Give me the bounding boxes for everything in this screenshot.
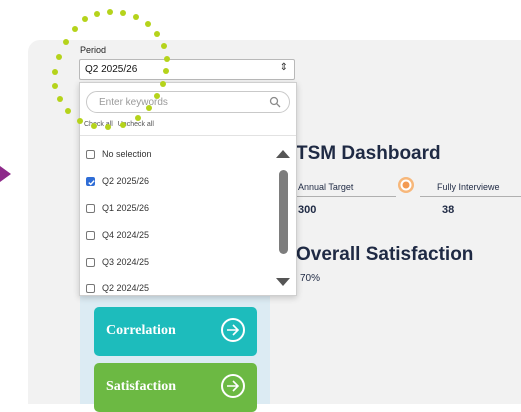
arrow-right-circle-icon	[221, 374, 245, 398]
option-label: Q3 2024/25	[102, 257, 150, 267]
option-label: Q2 2025/26	[102, 176, 150, 186]
checkbox[interactable]	[86, 204, 95, 213]
overall-satisfaction-title: Overall Satisfaction	[296, 244, 474, 265]
search-placeholder: Enter keywords	[99, 97, 168, 108]
checkbox[interactable]	[86, 284, 95, 293]
kpi-divider	[296, 196, 396, 197]
period-selected-value: Q2 2025/26	[85, 64, 138, 75]
satisfaction-button[interactable]: Satisfaction	[94, 363, 257, 412]
option-label: No selection	[102, 149, 152, 159]
option-label: Q2 2024/25	[102, 283, 150, 293]
checkbox[interactable]	[86, 258, 95, 267]
kpi-annual-target-value: 300	[298, 204, 317, 216]
option-label: Q4 2024/25	[102, 230, 150, 240]
search-input[interactable]: Enter keywords	[86, 91, 290, 113]
kpi-divider	[420, 196, 521, 197]
scroll-down-arrow-icon[interactable]	[276, 278, 290, 286]
kpi-fully-interviewed-value: 38	[442, 204, 455, 216]
period-dropdown: Enter keywords Check all Uncheck all No …	[79, 82, 297, 296]
check-all-link[interactable]: Check all	[84, 121, 113, 128]
checkmark-icon	[88, 180, 95, 186]
arrow-right-circle-icon	[221, 318, 245, 342]
updown-chevron-icon: ⇕	[279, 62, 288, 73]
checkbox[interactable]	[86, 231, 95, 240]
target-icon	[398, 177, 414, 193]
search-icon	[269, 96, 281, 108]
period-select[interactable]: Q2 2025/26 ⇕	[79, 59, 295, 80]
correlation-button[interactable]: Correlation	[94, 307, 257, 356]
checkbox[interactable]	[86, 150, 95, 159]
divider	[80, 135, 296, 136]
pointer-arrow-icon	[0, 166, 11, 182]
satisfaction-percent: 70%	[300, 273, 321, 284]
uncheck-all-link[interactable]: Uncheck all	[118, 121, 154, 128]
scroll-up-arrow-icon[interactable]	[276, 150, 290, 158]
option-label: Q1 2025/26	[102, 203, 150, 213]
kpi-annual-target-label: Annual Target	[298, 182, 354, 192]
checkbox-checked[interactable]	[86, 177, 95, 186]
correlation-button-label: Correlation	[106, 323, 176, 338]
check-all-row: Check all Uncheck all	[84, 121, 157, 128]
scrollbar-thumb[interactable]	[279, 170, 288, 254]
dashboard-title: TSM Dashboard	[296, 143, 441, 164]
satisfaction-button-label: Satisfaction	[106, 379, 176, 394]
period-label: Period	[80, 45, 107, 55]
dropdown-scrollbar[interactable]	[276, 150, 290, 288]
kpi-fully-interviewed-label: Fully Interviewe	[437, 182, 500, 192]
